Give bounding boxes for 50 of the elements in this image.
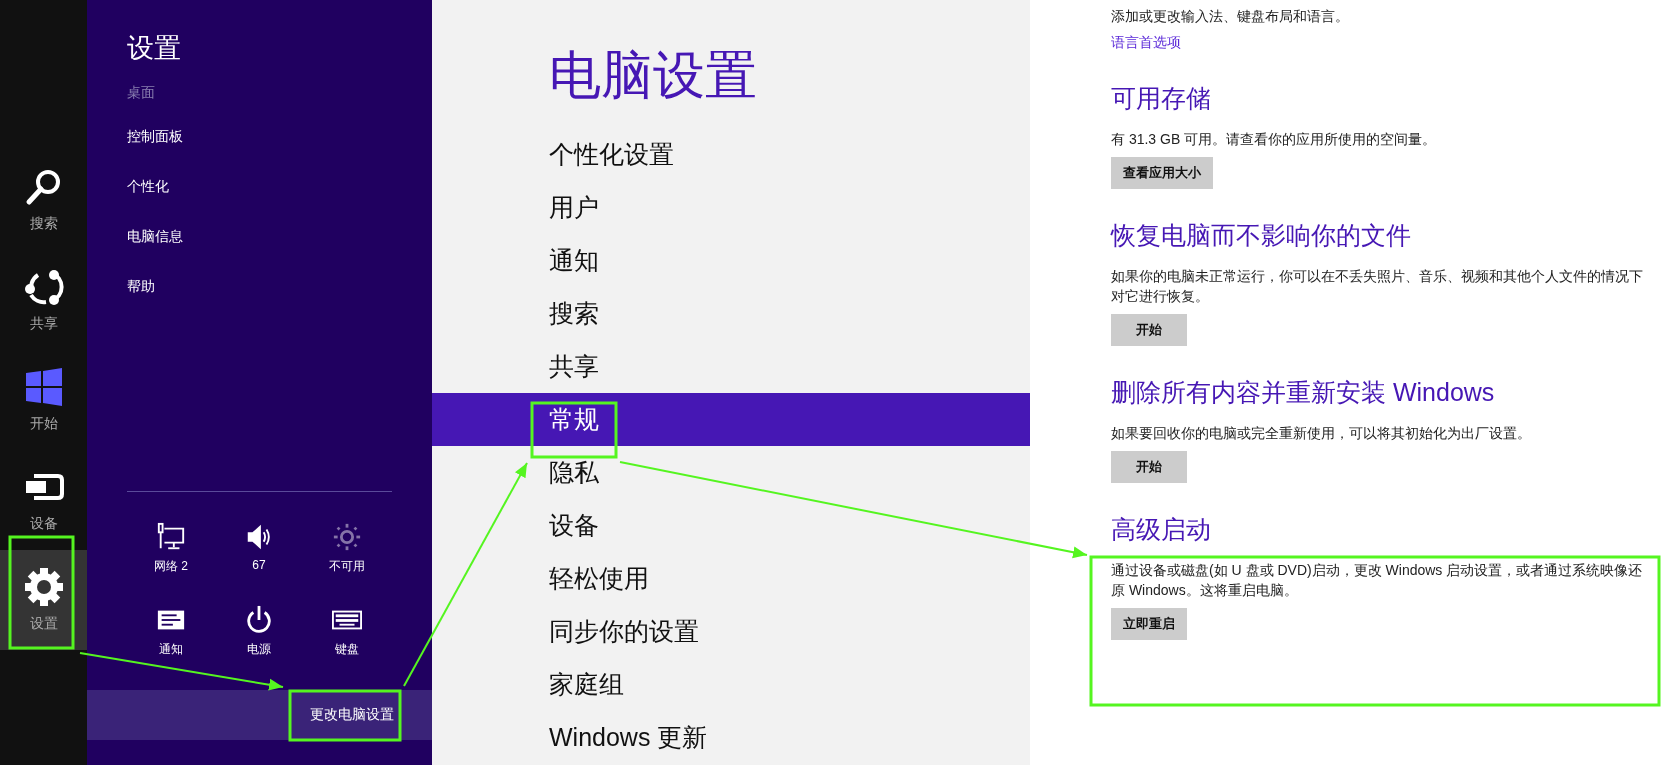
description-text: 添加或更改输入法、键盘布局和语言。 [1111,8,1350,26]
nav-item[interactable]: 设备 [432,499,1030,552]
pane-link[interactable]: 电脑信息 [87,226,432,276]
windows-logo-icon [23,367,64,407]
nav-item[interactable]: 共享 [432,340,1030,393]
charm-button[interactable]: 设置 [0,550,87,650]
charm-button[interactable]: 设备 [0,450,87,550]
nav-item[interactable]: 家庭组 [432,658,1030,711]
section-description: 如果要回收你的电脑或完全重新使用，可以将其初始化为出厂设置。 [1111,424,1531,443]
quick-setting[interactable]: 键盘 [303,605,391,658]
nav-item[interactable]: 常规 [432,393,1030,446]
settings-icon [23,567,64,607]
nav-item[interactable]: Windows 更新 [432,711,1030,764]
action-button[interactable]: 开始 [1111,451,1187,483]
share-icon [23,267,64,307]
quick-setting[interactable]: 通知 [127,605,215,658]
power-icon [244,605,274,635]
nav-item[interactable]: 用户 [432,181,1030,234]
pane-title: 设置 [126,32,182,65]
section-description: 有 31.3 GB 可用。请查看你的应用所使用的空间量。 [1111,130,1437,149]
charm-button[interactable]: 开始 [0,350,87,450]
section-heading: 高级启动 [1111,514,1211,545]
nav-item[interactable]: 个性化设置 [432,128,1030,181]
action-button[interactable]: 立即重启 [1111,608,1187,640]
brightness-icon [332,522,362,552]
nav-item[interactable]: 通知 [432,234,1030,287]
pane-context: 桌面 [126,84,156,102]
nav-item[interactable]: 隐私 [432,446,1030,499]
section-heading: 删除所有内容并重新安装 Windows [1111,377,1495,408]
charm-button[interactable]: 搜索 [0,150,87,250]
quick-setting[interactable]: 网络 2 [127,522,215,575]
change-pc-settings-link[interactable]: 更改电脑设置 [310,706,394,724]
page-title: 电脑设置 [548,45,758,106]
section-heading: 可用存储 [1111,83,1211,114]
pane-link[interactable]: 个性化 [87,176,432,226]
nav-item[interactable]: 搜索 [432,287,1030,340]
quick-setting[interactable]: 电源 [215,605,303,658]
network-icon [156,522,186,552]
pane-link[interactable]: 帮助 [87,276,432,326]
section-heading: 恢复电脑而不影响你的文件 [1111,220,1411,251]
charm-button[interactable]: 共享 [0,250,87,350]
action-button[interactable]: 开始 [1111,314,1187,346]
section-description: 通过设备或磁盘(如 U 盘或 DVD)启动，更改 Windows 启动设置，或者通过系统映像还原 Windows。这将重启电脑。 [1111,561,1644,600]
nav-item[interactable]: 同步你的设置 [432,605,1030,658]
action-button[interactable]: 查看应用大小 [1111,157,1213,189]
language-preferences-link[interactable]: 语言首选项 [1111,34,1181,52]
quick-setting[interactable]: 67 [215,522,303,575]
nav-item[interactable]: 轻松使用 [432,552,1030,605]
pane-link[interactable]: 控制面板 [87,126,432,176]
section-description: 如果你的电脑未正常运行，你可以在不丢失照片、音乐、视频和其他个人文件的情况下对它进行恢复。 [1111,267,1644,306]
